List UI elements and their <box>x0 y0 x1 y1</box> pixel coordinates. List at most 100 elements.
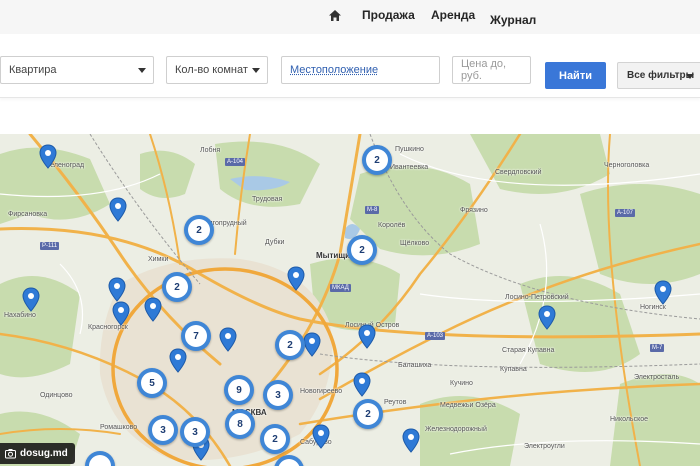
rooms-select[interactable]: Кол-во комнат <box>166 56 268 84</box>
cluster-count: 7 <box>185 325 207 347</box>
place-label: Пушкино <box>395 146 424 153</box>
location-link[interactable]: Местоположение <box>290 64 378 76</box>
listing-pin-icon[interactable] <box>144 297 162 323</box>
place-label: Химки <box>148 256 169 263</box>
listing-pin-icon[interactable] <box>654 280 672 306</box>
price-placeholder: Цена до, руб. <box>461 58 507 82</box>
place-label: Черноголовка <box>604 162 650 169</box>
cluster-count: 2 <box>166 276 188 298</box>
cluster-count: 8 <box>229 413 251 435</box>
nav-link-rent[interactable]: Аренда <box>431 8 475 22</box>
place-label: Одинцово <box>40 392 73 399</box>
place-label: Никольское <box>610 416 649 423</box>
cluster-count: 2 <box>351 239 373 261</box>
listing-cluster-marker[interactable]: 2 <box>275 330 305 360</box>
cluster-count: 3 <box>267 384 289 406</box>
listing-pin-icon[interactable] <box>112 301 130 327</box>
map[interactable]: Лобня Зеленоград Фирсановка Химки Долгоп… <box>0 134 700 466</box>
all-filters-button[interactable]: Все фильтры <box>617 62 700 89</box>
listing-pin-icon[interactable] <box>169 348 187 374</box>
price-input[interactable]: Цена до, руб. <box>452 56 531 84</box>
listing-cluster-marker[interactable]: 3 <box>148 415 178 445</box>
cluster-count: 2 <box>366 149 388 171</box>
road-number-sign: P-111 <box>40 242 60 250</box>
listing-pin-icon[interactable] <box>538 305 556 331</box>
cluster-count <box>278 459 300 466</box>
property-type-value: Квартира <box>9 64 57 76</box>
place-label: Свердловский <box>495 169 542 176</box>
listing-pin-icon[interactable] <box>22 287 40 313</box>
listing-cluster-marker[interactable]: 2 <box>353 399 383 429</box>
chevron-down-icon <box>138 68 146 73</box>
chevron-down-icon <box>252 68 260 73</box>
listing-pin-icon[interactable] <box>353 372 371 398</box>
listing-cluster-marker[interactable]: 2 <box>162 272 192 302</box>
road-number-sign: A-104 <box>225 158 246 166</box>
listing-pin-icon[interactable] <box>312 424 330 450</box>
place-label: Лобня <box>200 147 221 154</box>
listing-pin-icon[interactable] <box>402 428 420 454</box>
road-number-sign: A-107 <box>615 209 636 217</box>
cluster-count: 2 <box>188 219 210 241</box>
cluster-count: 9 <box>228 379 250 401</box>
home-icon[interactable] <box>328 9 342 22</box>
listing-pin-icon[interactable] <box>109 197 127 223</box>
listing-cluster-marker[interactable]: 9 <box>224 375 254 405</box>
top-navigation: Продажа Аренда Журнал <box>0 0 700 34</box>
cluster-count: 2 <box>279 334 301 356</box>
search-button[interactable]: Найти <box>545 62 606 89</box>
property-type-select[interactable]: Квартира <box>0 56 154 84</box>
cluster-count: 2 <box>357 403 379 425</box>
place-label: Королёв <box>378 222 406 229</box>
place-label: Электроугли <box>524 443 565 450</box>
listing-cluster-marker[interactable]: 2 <box>347 235 377 265</box>
listing-cluster-marker[interactable]: 7 <box>181 321 211 351</box>
location-field[interactable]: Местоположение <box>281 56 440 84</box>
map-base-layer <box>0 134 700 466</box>
place-label: Медвежьи Озёра <box>440 402 496 409</box>
listing-cluster-marker[interactable]: 5 <box>137 368 167 398</box>
listing-cluster-marker[interactable]: 3 <box>180 417 210 447</box>
camera-icon <box>5 449 16 459</box>
road-number-sign: МКАД <box>330 284 351 292</box>
watermark-text: dosug.md <box>20 448 68 459</box>
place-label: Щёлково <box>400 240 430 247</box>
listing-cluster-marker[interactable]: 8 <box>225 409 255 439</box>
listing-pin-icon[interactable] <box>39 144 57 170</box>
place-label: Трудовая <box>252 196 283 203</box>
place-label: Фрязино <box>460 207 488 214</box>
chevron-down-icon <box>686 74 694 79</box>
cluster-count: 5 <box>141 372 163 394</box>
place-label: Дубки <box>265 239 285 246</box>
place-label: Фирсановка <box>8 211 48 218</box>
listing-pin-icon[interactable] <box>108 277 126 303</box>
listing-pin-icon[interactable] <box>219 327 237 353</box>
watermark: dosug.md <box>0 443 75 464</box>
place-label: Кучино <box>450 380 473 387</box>
listing-cluster-marker[interactable]: 2 <box>184 215 214 245</box>
cluster-count: 3 <box>184 421 206 443</box>
listing-pin-icon[interactable] <box>303 332 321 358</box>
listing-pin-icon[interactable] <box>287 266 305 292</box>
place-label: Ивантеевка <box>390 164 429 171</box>
all-filters-label: Все фильтры <box>627 70 695 81</box>
place-label: Электросталь <box>634 374 680 381</box>
place-label: Лосино-Петровский <box>505 294 569 301</box>
nav-link-journal[interactable]: Журнал <box>490 13 536 27</box>
place-label: Нахабино <box>4 312 36 319</box>
road-number-sign: M-8 <box>365 206 380 214</box>
place-label: Новогиреево <box>300 388 343 395</box>
listing-cluster-marker[interactable]: 2 <box>362 145 392 175</box>
listing-cluster-marker[interactable]: 2 <box>260 424 290 454</box>
place-label: Ромашково <box>100 424 138 431</box>
place-label: Купавна <box>500 366 527 373</box>
place-label: Балашиха <box>398 362 432 369</box>
nav-link-sale[interactable]: Продажа <box>362 8 415 22</box>
listing-pin-icon[interactable] <box>358 324 376 350</box>
road-number-sign: A-103 <box>425 332 446 340</box>
cluster-count: 2 <box>264 428 286 450</box>
cluster-count <box>89 455 111 466</box>
place-label: Железнодорожный <box>425 426 487 433</box>
place-label: Старая Купавна <box>502 347 555 354</box>
listing-cluster-marker[interactable]: 3 <box>263 380 293 410</box>
